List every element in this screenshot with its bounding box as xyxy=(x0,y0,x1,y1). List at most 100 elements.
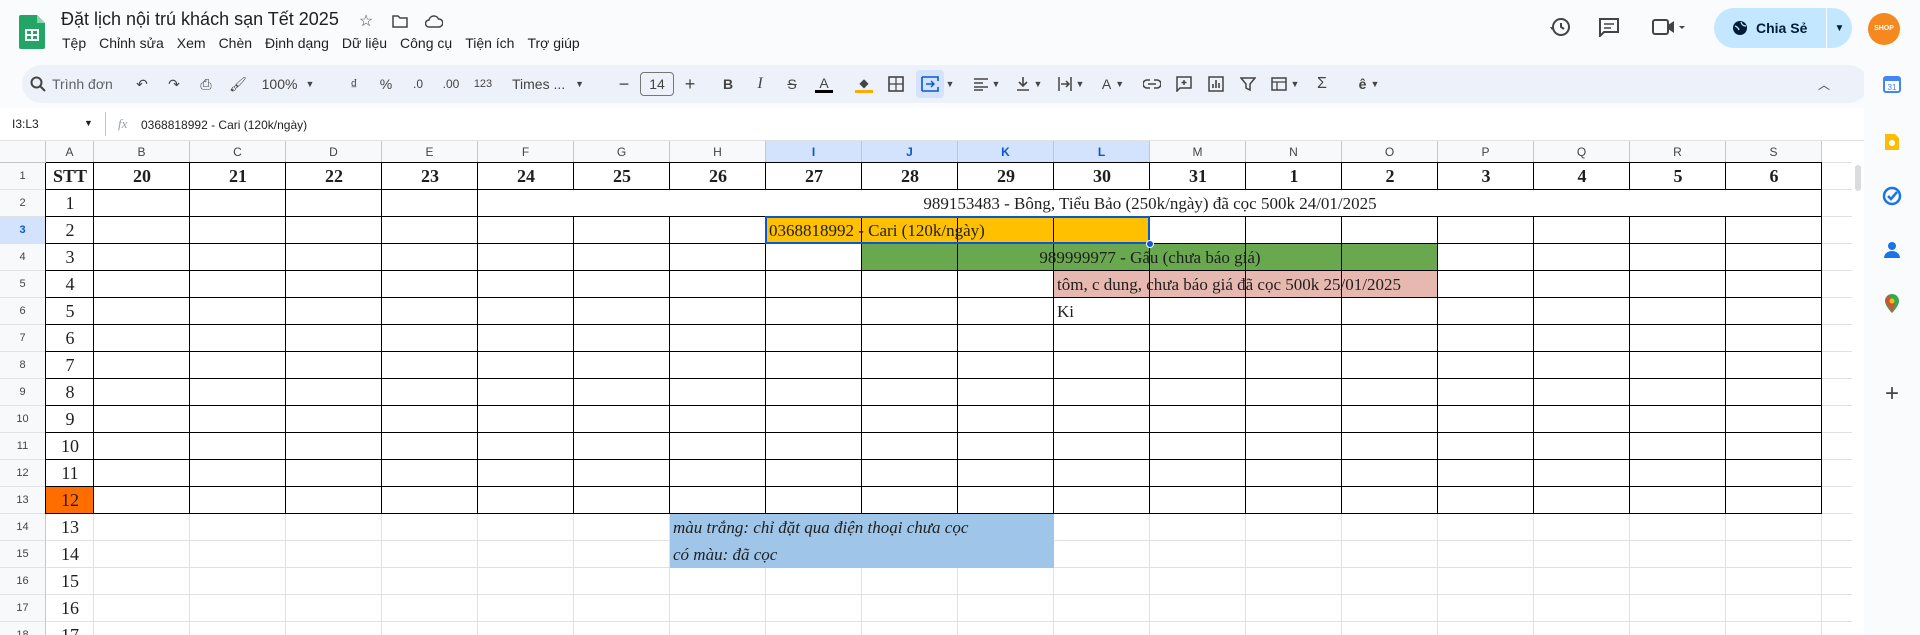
fill-color-icon[interactable]: ◆ xyxy=(852,65,876,103)
horizontal-align-icon[interactable]: ▼ xyxy=(970,65,1004,103)
menu-help[interactable]: Trợ giúp xyxy=(527,35,579,51)
menu-tools[interactable]: Công cụ xyxy=(400,35,452,51)
date-header[interactable]: 29 xyxy=(958,163,1054,190)
stt-cell[interactable]: 10 xyxy=(46,433,94,460)
font-select[interactable]: Times ... ▼ xyxy=(512,65,592,103)
date-header[interactable]: 25 xyxy=(574,163,670,190)
filter-views-icon[interactable]: ▼ xyxy=(1268,65,1302,103)
zoom-select[interactable]: 100% ▼ xyxy=(258,65,318,103)
column-header[interactable]: D xyxy=(286,141,382,163)
stt-cell[interactable]: 16 xyxy=(46,595,94,622)
stt-cell[interactable]: 8 xyxy=(46,379,94,406)
menu-data[interactable]: Dữ liệu xyxy=(342,35,387,51)
vertical-scrollbar[interactable] xyxy=(1852,141,1864,635)
date-header[interactable]: 3 xyxy=(1438,163,1534,190)
fill-handle[interactable] xyxy=(1146,240,1154,248)
format-percent-button[interactable]: % xyxy=(374,65,398,103)
column-header[interactable]: I xyxy=(766,141,862,163)
stt-cell[interactable]: 9 xyxy=(46,406,94,433)
stt-cell[interactable]: 17 xyxy=(46,622,94,635)
italic-icon[interactable]: I xyxy=(748,65,772,103)
stt-cell[interactable]: 11 xyxy=(46,460,94,487)
filter-icon[interactable] xyxy=(1236,65,1260,103)
column-header[interactable]: E xyxy=(382,141,478,163)
maps-icon[interactable] xyxy=(1882,294,1902,314)
date-header[interactable]: 22 xyxy=(286,163,382,190)
increase-decimal-button[interactable]: .00 xyxy=(438,65,464,103)
bold-icon[interactable]: B xyxy=(716,65,740,103)
menu-extensions[interactable]: Tiện ích xyxy=(465,35,514,51)
date-header[interactable]: 21 xyxy=(190,163,286,190)
row-header[interactable]: 15 xyxy=(0,541,46,568)
move-folder-icon[interactable] xyxy=(390,11,410,31)
row-header[interactable]: 12 xyxy=(0,460,46,487)
name-box-dropdown-icon[interactable]: ▼ xyxy=(84,118,93,128)
column-header[interactable]: O xyxy=(1342,141,1438,163)
row-header[interactable]: 13 xyxy=(0,487,46,514)
booking-gau[interactable]: 989999977 - Gấu (chưa báo giá) xyxy=(862,244,1438,271)
format-currency-button[interactable]: ₫ xyxy=(342,65,366,103)
text-wrap-icon[interactable]: ▼ xyxy=(1054,65,1088,103)
row-header[interactable]: 17 xyxy=(0,595,46,622)
stt-cell[interactable]: 14 xyxy=(46,541,94,568)
column-header[interactable]: S xyxy=(1726,141,1822,163)
column-header[interactable]: R xyxy=(1630,141,1726,163)
column-header[interactable]: M xyxy=(1150,141,1246,163)
row-header[interactable]: 6 xyxy=(0,298,46,325)
date-header[interactable]: 30 xyxy=(1054,163,1150,190)
column-header[interactable]: G xyxy=(574,141,670,163)
column-header[interactable]: F xyxy=(478,141,574,163)
legend-white[interactable]: màu trắng: chỉ đặt qua điện thoại chưa c… xyxy=(673,514,968,541)
comments-icon[interactable] xyxy=(1598,17,1620,37)
menu-file[interactable]: Tệp xyxy=(62,35,86,51)
contacts-icon[interactable] xyxy=(1882,240,1902,260)
row-header[interactable]: 8 xyxy=(0,352,46,379)
strikethrough-icon[interactable]: S xyxy=(780,65,804,103)
column-header[interactable]: J xyxy=(862,141,958,163)
date-header[interactable]: 20 xyxy=(94,163,190,190)
formula-input[interactable]: 0368818992 - Cari (120k/ngày) xyxy=(141,118,307,132)
stt-cell[interactable]: 2 xyxy=(46,217,94,244)
date-header[interactable]: 1 xyxy=(1246,163,1342,190)
decrease-font-size-icon[interactable]: − xyxy=(614,65,634,103)
row-header[interactable]: 16 xyxy=(0,568,46,595)
merge-cells-icon[interactable] xyxy=(916,70,944,98)
share-dropdown-icon[interactable]: ▼ xyxy=(1827,23,1852,34)
stt-cell[interactable]: 7 xyxy=(46,352,94,379)
date-header[interactable]: 28 xyxy=(862,163,958,190)
increase-font-size-icon[interactable]: + xyxy=(680,65,700,103)
stt-cell[interactable]: 3 xyxy=(46,244,94,271)
insert-chart-icon[interactable] xyxy=(1204,65,1228,103)
sheet-grid[interactable]: A B C D E F G H I J K L M N O P Q R S 1 2 3 4 5 6 7 8 9 10 11 12 13 14 15… xyxy=(0,141,1864,635)
stt-cell[interactable]: 12 xyxy=(46,487,94,514)
column-header[interactable]: L xyxy=(1054,141,1150,163)
vertical-align-icon[interactable]: ▼ xyxy=(1012,65,1046,103)
row-header[interactable]: 18 xyxy=(0,622,46,635)
booking-ki[interactable]: Ki xyxy=(1057,298,1074,325)
meet-icon[interactable] xyxy=(1652,18,1686,36)
date-header[interactable]: 26 xyxy=(670,163,766,190)
decrease-decimal-button[interactable]: .0 xyxy=(406,65,430,103)
column-header[interactable]: H xyxy=(670,141,766,163)
star-icon[interactable]: ☆ xyxy=(356,11,376,31)
row-header[interactable]: 7 xyxy=(0,325,46,352)
font-size-field[interactable]: 14 xyxy=(640,65,674,103)
sheets-logo-icon[interactable] xyxy=(19,15,45,49)
menu-insert[interactable]: Chèn xyxy=(219,35,252,51)
print-icon[interactable]: ⎙ xyxy=(194,65,218,103)
menu-search[interactable]: Trình đơn xyxy=(30,65,125,103)
column-header[interactable]: K xyxy=(958,141,1054,163)
merge-dropdown-icon[interactable]: ▼ xyxy=(944,65,956,103)
row-header[interactable]: 1 xyxy=(0,163,46,190)
date-header[interactable]: 4 xyxy=(1534,163,1630,190)
stt-cell[interactable]: 5 xyxy=(46,298,94,325)
stt-cell[interactable]: 6 xyxy=(46,325,94,352)
column-header[interactable]: Q xyxy=(1534,141,1630,163)
row-header[interactable]: 10 xyxy=(0,406,46,433)
stt-header[interactable]: STT xyxy=(46,163,94,190)
add-addon-icon[interactable]: + xyxy=(1882,380,1902,407)
avatar[interactable]: SHOP xyxy=(1868,13,1900,45)
row-header[interactable]: 3 xyxy=(0,217,46,244)
history-icon[interactable] xyxy=(1548,15,1572,39)
date-header[interactable]: 31 xyxy=(1150,163,1246,190)
